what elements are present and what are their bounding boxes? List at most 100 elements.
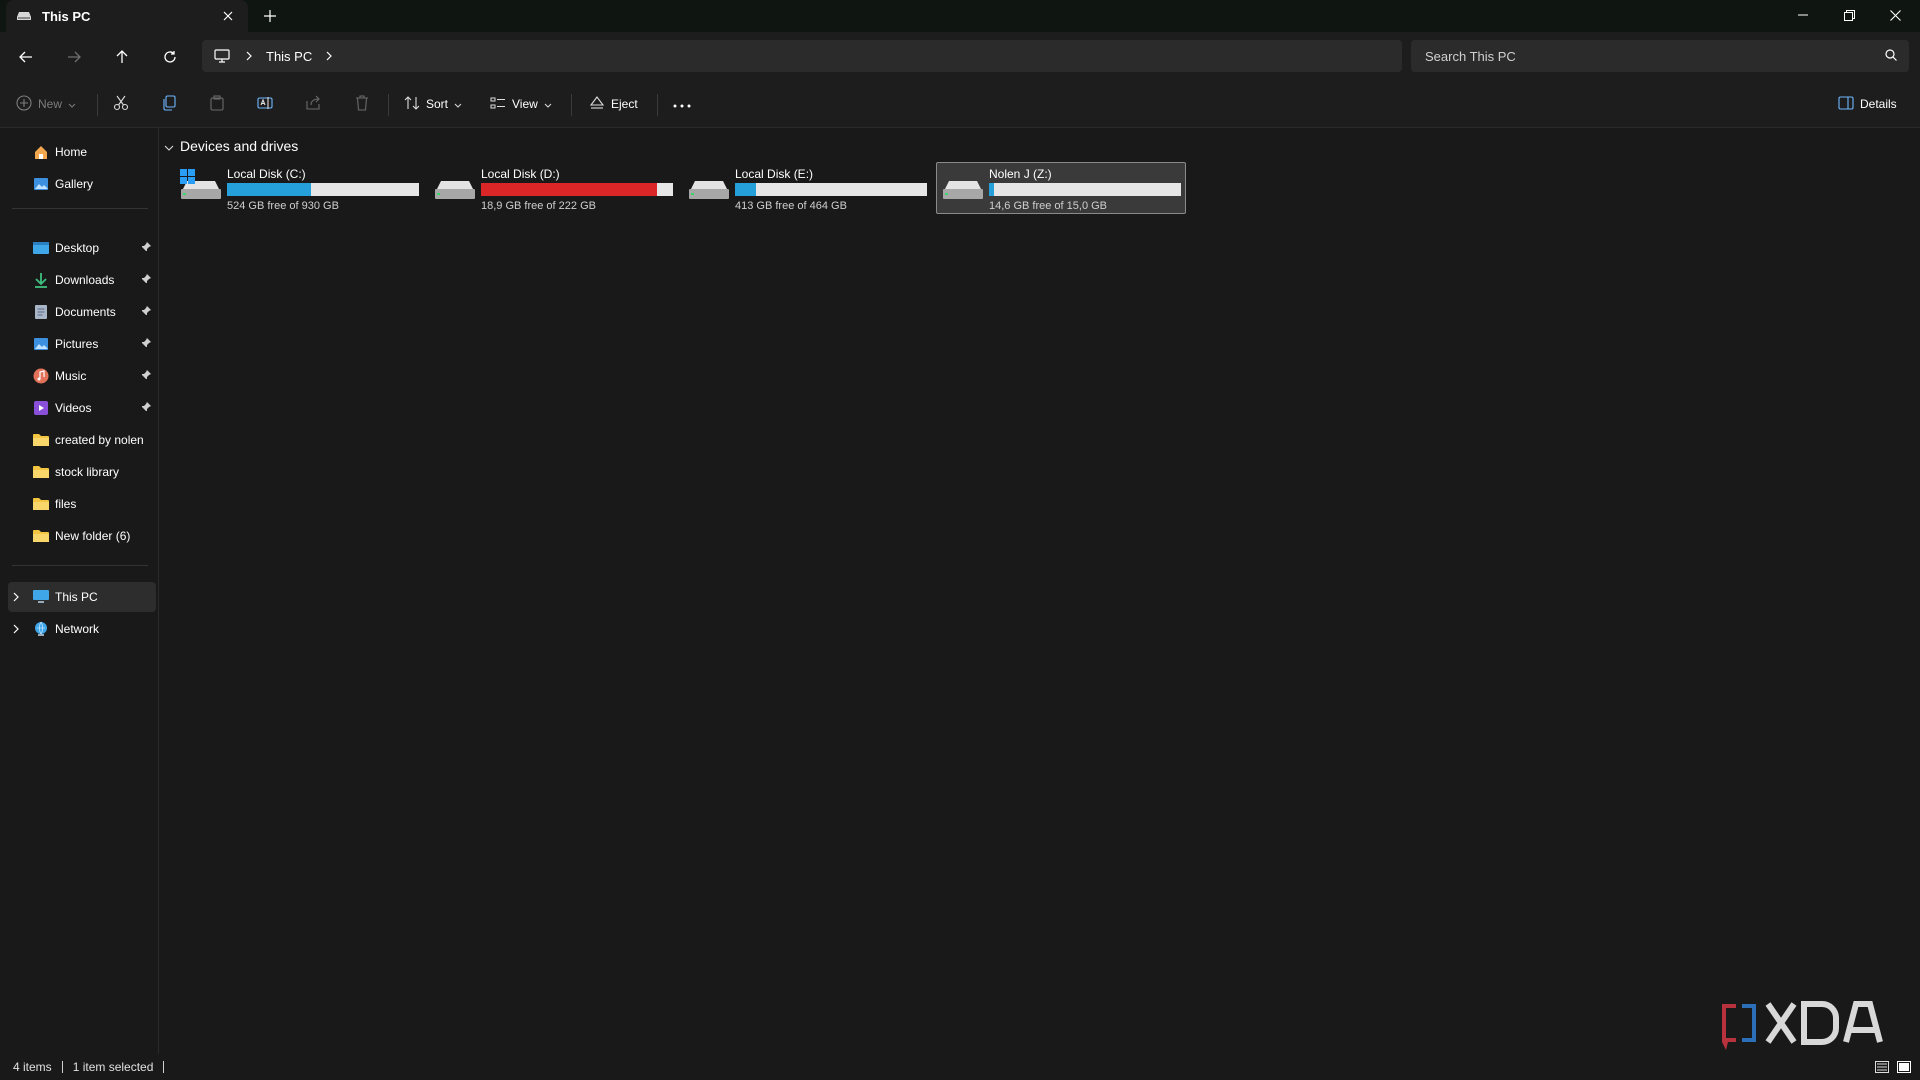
sort-button[interactable]: Sort [404,89,462,119]
sidebar-item-label: Home [55,145,88,159]
sidebar-item-stock-library[interactable]: stock library [8,457,156,487]
new-button[interactable]: New [16,89,76,119]
back-button[interactable] [11,42,41,72]
more-options-button[interactable] [673,89,691,119]
drive-tile-c[interactable]: Local Disk (C:) 524 GB free of 930 GB [174,162,424,214]
drive-usage-bar [989,183,1181,196]
details-button[interactable]: Details [1838,89,1897,119]
drive-usage-bar [735,183,927,196]
group-header-devices[interactable]: Devices and drives [164,136,298,156]
view-button[interactable]: View [490,89,552,119]
pictures-icon [33,336,49,352]
share-icon [305,95,321,114]
group-title: Devices and drives [180,138,299,154]
status-bar: 4 items 1 item selected [0,1054,1920,1080]
delete-button[interactable] [354,89,370,119]
pin-icon[interactable] [140,337,152,349]
up-button[interactable] [107,42,137,72]
sidebar-item-label: Videos [55,401,92,415]
pin-icon[interactable] [140,305,152,317]
navigation-pane: Home Gallery Desktop Downloads Documents [0,128,159,1054]
eject-button[interactable]: Eject [589,89,638,119]
sidebar-item-music[interactable]: Music [8,361,156,391]
sidebar-item-documents[interactable]: Documents [8,297,156,327]
minimize-button[interactable] [1780,0,1826,30]
refresh-button[interactable] [155,42,185,72]
drive-name: Local Disk (C:) [227,167,306,181]
chevron-right-icon[interactable] [10,591,22,603]
divider [657,94,658,116]
address-row: This PC [0,32,1920,80]
this-pc-icon [33,589,49,605]
sidebar-item-label: Pictures [55,337,99,351]
sidebar-item-label: Downloads [55,273,115,287]
selection-count: 1 item selected [72,1060,154,1074]
more-icon [673,97,691,111]
drive-free-space: 18,9 GB free of 222 GB [481,200,596,212]
details-view-icon[interactable] [1873,1058,1891,1076]
rename-button[interactable] [257,89,273,119]
sidebar-item-gallery[interactable]: Gallery [8,169,156,199]
view-label: View [512,97,538,111]
tab-this-pc[interactable]: This PC [6,0,248,32]
command-bar: New Sort View Eject Details [0,80,1920,128]
sidebar-item-this-pc[interactable]: This PC [8,582,156,612]
monitor-icon [212,46,232,66]
drive-tile-z[interactable]: Nolen J (Z:) 14,6 GB free of 15,0 GB [936,162,1186,214]
sidebar-item-label: Network [55,622,100,636]
content-pane: Devices and drives Local Disk (C:) 524 G… [160,128,1920,1054]
pin-icon[interactable] [140,273,152,285]
eject-label: Eject [611,97,638,111]
sidebar-item-pictures[interactable]: Pictures [8,329,156,359]
pin-icon[interactable] [140,369,152,381]
share-button[interactable] [305,89,321,119]
divider [12,208,148,209]
close-window-button[interactable] [1872,0,1918,30]
drive-usage-bar [481,183,673,196]
search-icon[interactable] [1885,48,1897,64]
hard-drive-icon [687,167,731,207]
sidebar-item-new-folder-6[interactable]: New folder (6) [8,521,156,551]
sidebar-item-files[interactable]: files [8,489,156,519]
downloads-icon [33,272,49,288]
forward-button[interactable] [59,42,89,72]
pin-icon[interactable] [140,241,152,253]
drive-free-space: 524 GB free of 930 GB [227,200,339,212]
list-view-icon [490,95,506,114]
tiles-view-icon[interactable] [1895,1058,1913,1076]
chevron-right-icon[interactable] [10,623,22,635]
sidebar-item-network[interactable]: Network [8,614,156,644]
sidebar-item-desktop[interactable]: Desktop [8,233,156,263]
item-count: 4 items [13,1060,52,1074]
restore-button[interactable] [1826,0,1872,30]
folder-icon [33,432,49,448]
drive-tile-e[interactable]: Local Disk (E:) 413 GB free of 464 GB [682,162,932,214]
music-icon [33,368,49,384]
drive-tile-d[interactable]: Local Disk (D:) 18,9 GB free of 222 GB [428,162,678,214]
sidebar-item-videos[interactable]: Videos [8,393,156,423]
search-box[interactable] [1411,40,1909,72]
sort-label: Sort [426,97,449,111]
chevron-right-icon[interactable] [324,51,334,61]
sidebar-item-created-by-nolen[interactable]: created by nolen [8,425,156,455]
address-bar[interactable]: This PC [202,40,1402,72]
chevron-down-icon[interactable] [164,138,174,154]
pin-icon[interactable] [140,401,152,413]
close-tab-icon[interactable] [218,6,238,26]
folder-icon [33,464,49,480]
drive-usage-fill [989,183,995,196]
copy-button[interactable] [161,89,177,119]
search-input[interactable] [1425,48,1885,64]
sidebar-item-home[interactable]: Home [8,137,156,167]
paste-button[interactable] [209,89,225,119]
sidebar-item-label: files [55,497,77,511]
new-tab-button[interactable] [258,6,282,26]
cut-button[interactable] [113,89,129,119]
chevron-right-icon[interactable] [244,51,254,61]
sidebar-item-downloads[interactable]: Downloads [8,265,156,295]
chevron-down-icon [544,97,552,111]
breadcrumb-this-pc[interactable]: This PC [266,49,312,64]
trash-icon [354,94,370,114]
drive-name: Nolen J (Z:) [989,167,1052,181]
copy-icon [161,94,177,114]
